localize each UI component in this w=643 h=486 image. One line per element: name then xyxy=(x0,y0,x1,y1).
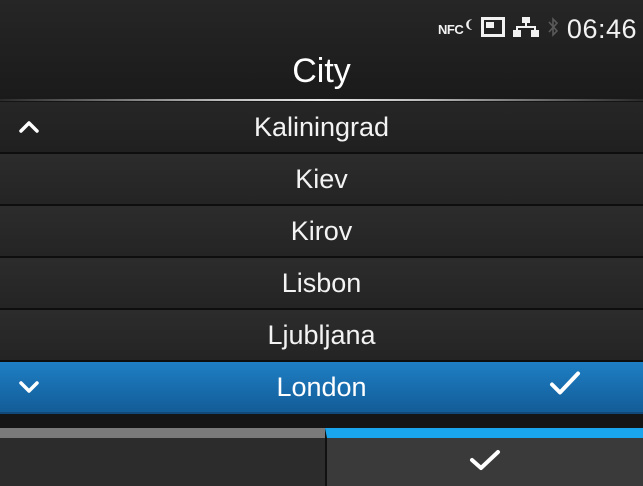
list-item-lisbon[interactable]: Lisbon xyxy=(0,258,643,310)
list-item-kaliningrad[interactable]: Kaliningrad xyxy=(0,102,643,154)
list-item-label: Kirov xyxy=(290,215,353,246)
title-underline xyxy=(0,99,643,101)
status-bar: NFC ❨ 06:46 xyxy=(438,14,637,44)
scroll-up-icon[interactable] xyxy=(16,114,42,140)
scroll-down-icon[interactable] xyxy=(16,374,42,400)
nfc-label: NFC xyxy=(437,21,464,37)
check-icon xyxy=(468,448,502,477)
list-item-label: Lisbon xyxy=(281,267,362,298)
header-bar: NFC ❨ 06:46 City xyxy=(0,0,643,101)
list-item-label: London xyxy=(276,371,367,402)
list-item-ljubljana[interactable]: Ljubljana xyxy=(0,310,643,362)
network-icon xyxy=(512,16,539,43)
city-selection-screen: NFC ❨ 06:46 City Kaliningrad Kiev Kirov … xyxy=(0,0,643,486)
selected-check-icon xyxy=(549,371,581,404)
list-item-kiev[interactable]: Kiev xyxy=(0,154,643,206)
nfc-icon: NFC ❨ xyxy=(437,18,473,37)
softkey-left[interactable] xyxy=(0,428,325,486)
city-list: Kaliningrad Kiev Kirov Lisbon Ljubljana … xyxy=(0,102,643,414)
bluetooth-icon xyxy=(547,16,559,43)
page-title: City xyxy=(292,52,351,90)
softkey-bar xyxy=(0,428,643,486)
list-item-label: Kaliningrad xyxy=(253,111,390,142)
list-item-london[interactable]: London xyxy=(0,362,643,414)
list-item-label: Ljubljana xyxy=(267,319,376,350)
list-item-kirov[interactable]: Kirov xyxy=(0,206,643,258)
clock-time: 06:46 xyxy=(566,13,637,44)
confirm-button[interactable] xyxy=(325,428,643,486)
list-item-label: Kiev xyxy=(295,163,348,194)
card-slot-icon xyxy=(480,16,505,42)
